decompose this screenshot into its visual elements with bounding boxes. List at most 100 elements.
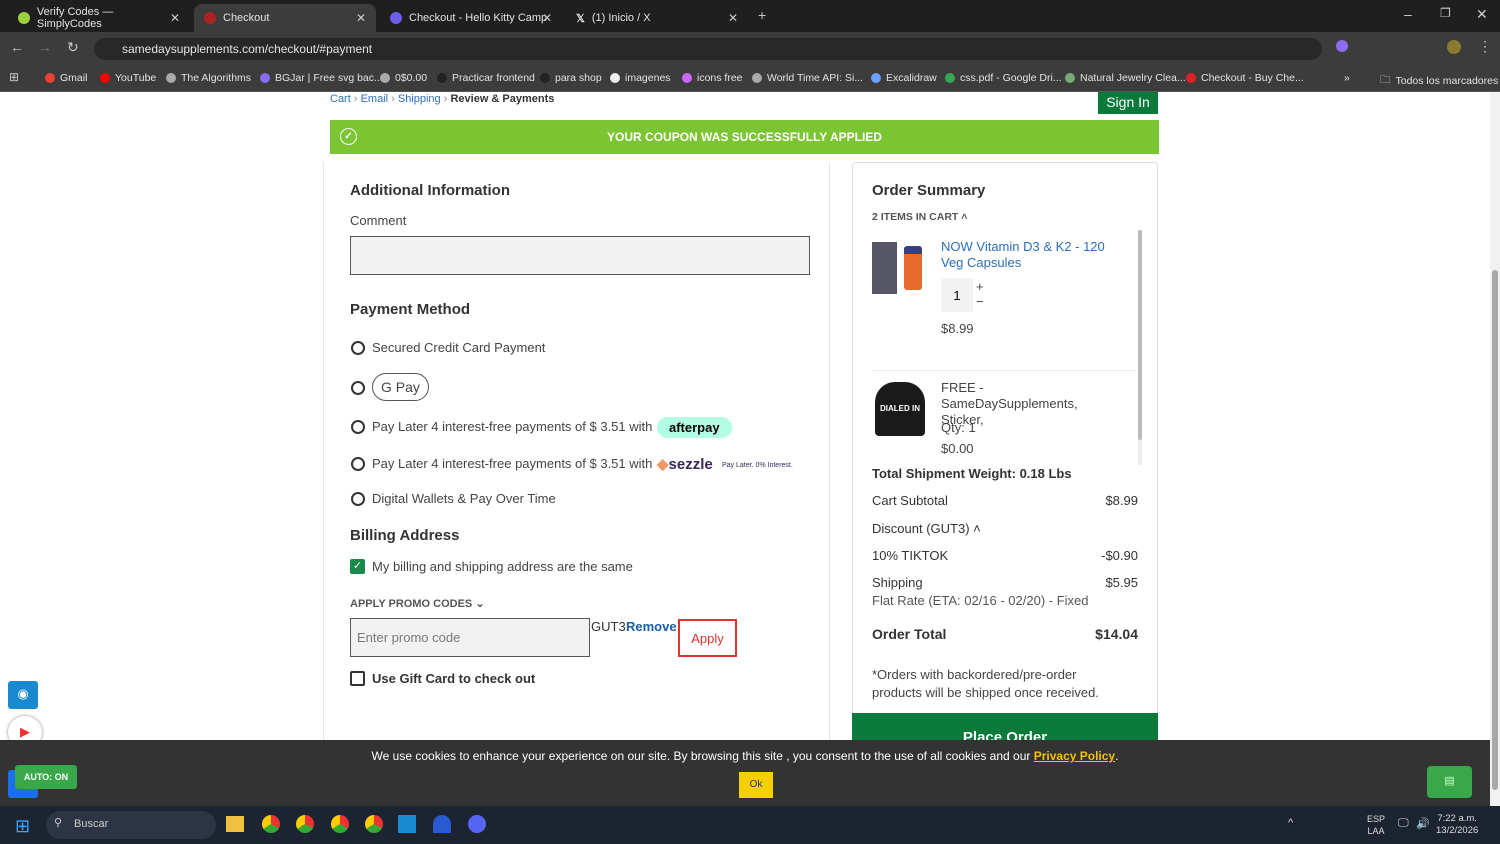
reload-icon[interactable]: ↻ [67, 39, 79, 56]
bookmark-favicon-icon [380, 73, 390, 83]
chrome-icon[interactable] [262, 815, 280, 833]
bookmark-item[interactable]: css.pdf - Google Dri... [945, 72, 1062, 84]
chevron-up-icon: ˄ [973, 521, 981, 536]
breadcrumb-email[interactable]: Email [361, 93, 389, 105]
all-bookmarks[interactable]: 🗀 Todos los marcadores [1380, 72, 1498, 90]
close-icon[interactable]: ✕ [170, 11, 180, 25]
close-icon[interactable]: ✕ [542, 11, 552, 25]
language-indicator[interactable]: ESP LAA [1367, 813, 1385, 837]
discount-name: 10% TIKTOK [872, 548, 949, 563]
bookmark-item[interactable]: 0$0.00 [380, 72, 427, 84]
more-bookmarks-icon[interactable]: » [1344, 72, 1350, 84]
sign-in-button[interactable]: Sign In [1098, 92, 1158, 114]
tab-checkout[interactable]: Checkout ✕ [194, 4, 376, 32]
bookmark-item[interactable]: Practicar frontend [437, 72, 535, 84]
tray-chevron-icon[interactable]: ^ [1288, 817, 1293, 829]
bookmark-item[interactable]: World Time API: Si... [752, 72, 863, 84]
auto-toggle[interactable]: AUTO: ON [15, 765, 77, 789]
apply-button[interactable]: Apply [678, 619, 737, 657]
product-link[interactable]: NOW Vitamin D3 & K2 - 120 Veg Capsules [941, 239, 1126, 271]
comment-input[interactable] [350, 236, 810, 275]
sezzle-icon: ◆ [657, 456, 669, 473]
tab-x[interactable]: 𝕏 (1) Inicio / X ✕ [566, 4, 748, 32]
bookmark-item[interactable]: Gmail [45, 72, 87, 84]
new-tab-icon[interactable]: + [758, 7, 766, 23]
eye-icon[interactable]: ◉ [8, 681, 38, 709]
minimize-icon[interactable]: – [1404, 6, 1412, 22]
chat-icon[interactable]: ▤ [1427, 766, 1472, 798]
close-window-icon[interactable]: ✕ [1476, 6, 1488, 23]
afterpay-radio[interactable] [351, 420, 365, 434]
restore-icon[interactable]: ❐ [1440, 6, 1451, 20]
items-in-cart-toggle[interactable]: 2 ITEMS IN CART ˄ [872, 211, 967, 223]
cookie-text: We use cookies to enhance your experienc… [371, 749, 1031, 763]
privacy-policy-link[interactable]: Privacy Policy [1034, 749, 1115, 763]
chrome-icon[interactable] [331, 815, 349, 833]
chrome-icon[interactable] [365, 815, 383, 833]
cart-scrollbar[interactable] [1138, 230, 1142, 465]
bookmark-item[interactable]: Natural Jewelry Clea... [1065, 72, 1186, 84]
bookmark-item[interactable]: The Algorithms [166, 72, 251, 84]
bookmark-favicon-icon [682, 73, 692, 83]
scrollbar-thumb[interactable] [1492, 270, 1498, 790]
quantity-input[interactable]: 1 [941, 278, 973, 312]
digital-wallets-radio[interactable] [351, 492, 365, 506]
minus-icon[interactable]: − [976, 294, 984, 309]
tab-hello-kitty[interactable]: Checkout - Hello Kitty Camp ✕ [380, 4, 562, 32]
bookmark-item[interactable]: Checkout - Buy Che... [1186, 72, 1304, 84]
breadcrumb-cart[interactable]: Cart [330, 93, 351, 105]
folder-icon: 🗀 [1380, 74, 1391, 86]
discount-toggle[interactable]: Discount (GUT3) ˄ [872, 521, 1138, 536]
file-explorer-icon[interactable] [226, 816, 244, 832]
volume-icon[interactable]: 🔊 [1416, 817, 1430, 830]
tab-verify-codes[interactable]: Verify Codes — SimplyCodes ✕ [8, 4, 190, 32]
remove-code-link[interactable]: Remove [626, 619, 677, 634]
gift-card-checkbox[interactable] [350, 671, 365, 686]
menu-icon[interactable]: ⋮ [1478, 38, 1492, 55]
bookmark-item[interactable]: Excalidraw [871, 72, 937, 84]
bookmark-favicon-icon [45, 73, 55, 83]
plus-icon[interactable]: + [976, 279, 984, 294]
close-icon[interactable]: ✕ [356, 11, 366, 25]
forward-icon[interactable]: → [38, 39, 52, 55]
promo-toggle[interactable]: APPLY PROMO CODES ⌄ [350, 597, 485, 610]
discount-value: -$0.90 [1101, 548, 1138, 563]
credit-card-radio[interactable] [351, 341, 365, 355]
discord-icon[interactable] [468, 815, 486, 833]
back-icon[interactable]: ← [10, 39, 24, 55]
bookmark-item[interactable]: YouTube [100, 72, 156, 84]
place-order-button[interactable]: Place Order [852, 713, 1158, 740]
taskbar-search[interactable]: Buscar ⚲ [46, 811, 216, 839]
network-icon[interactable]: 🖵 [1398, 817, 1409, 830]
bookmark-item[interactable]: imagenes [610, 72, 671, 84]
bookmark-label: YouTube [115, 72, 157, 84]
avatar[interactable] [1447, 40, 1461, 54]
bookmark-item[interactable]: BGJar | Free svg bac... [260, 72, 383, 84]
same-address-label: My billing and shipping address are the … [372, 559, 633, 574]
shipping-label: Shipping [872, 575, 923, 590]
sezzle-radio[interactable] [351, 457, 365, 471]
bookmark-item[interactable]: icons free [682, 72, 743, 84]
sticker-price: $0.00 [941, 441, 974, 456]
same-address-checkbox[interactable]: ✓ [350, 559, 365, 574]
chrome-icon[interactable] [296, 815, 314, 833]
date: 13/2/2026 [1436, 825, 1479, 836]
sticker-image: DIALED IN [875, 382, 925, 436]
address-bar[interactable]: samedaysupplements.com/checkout/#payment [94, 38, 1322, 60]
bookmark-label: Practicar frontend [452, 72, 535, 84]
app-icon[interactable] [433, 815, 451, 833]
extension-icon[interactable] [1336, 40, 1348, 52]
cookie-ok-button[interactable]: Ok [739, 772, 773, 798]
gpay-radio[interactable] [351, 381, 365, 395]
bookmark-label: BGJar | Free svg bac... [275, 72, 383, 84]
bookmark-item[interactable]: para shop [540, 72, 602, 84]
app-icon[interactable] [398, 815, 416, 833]
promo-code-input[interactable]: Enter promo code [350, 618, 590, 657]
bookmark-favicon-icon [437, 73, 447, 83]
apps-icon[interactable]: ⊞ [9, 70, 19, 84]
clock[interactable]: 7:22 a.m. 13/2/2026 [1436, 813, 1478, 837]
shipment-weight: Total Shipment Weight: 0.18 Lbs [872, 466, 1072, 481]
windows-start-icon[interactable]: ⊞ [15, 816, 30, 837]
breadcrumb-shipping[interactable]: Shipping [398, 93, 441, 105]
close-icon[interactable]: ✕ [728, 11, 738, 25]
